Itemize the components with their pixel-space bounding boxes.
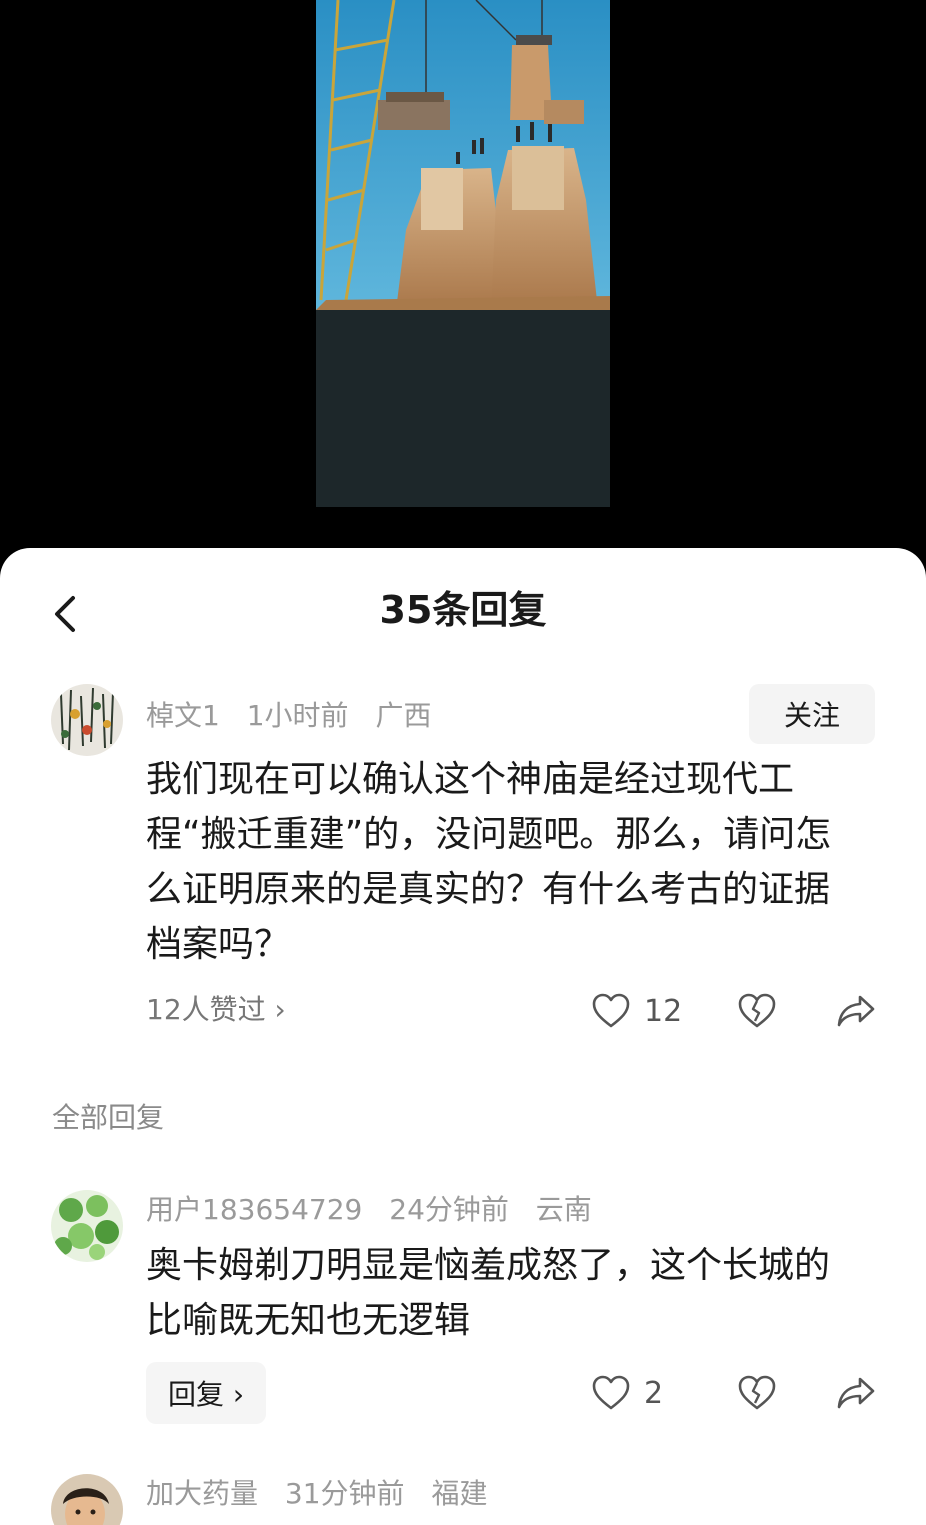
replies-sheet: 35条回复 棹文1 1小时前 广西 关注 我们现在可以确认这个神庙是经过现代工程… — [0, 548, 926, 1525]
like-button[interactable]: 2 — [592, 1375, 684, 1411]
username[interactable]: 加大药量 — [146, 1477, 258, 1510]
page-title: 35条回复 — [379, 588, 547, 632]
share-button[interactable] — [836, 1375, 876, 1411]
share-icon — [837, 1377, 875, 1409]
temple-photo[interactable] — [316, 0, 610, 507]
media-viewer — [0, 0, 926, 560]
all-replies-label: 全部回复 — [52, 1101, 165, 1134]
sheet-header: 35条回复 — [0, 548, 926, 668]
broken-heart-icon — [738, 1375, 776, 1410]
reply-meta: 用户183654729 24分钟前 云南 — [146, 1190, 610, 1230]
reply-meta: 加大药量 31分钟前 福建 — [146, 1474, 505, 1514]
avatar-image — [51, 1474, 123, 1525]
like-count: 12 — [644, 993, 683, 1029]
heart-icon — [592, 993, 630, 1028]
temple-photo-illustration — [316, 0, 610, 507]
avatar[interactable] — [51, 1190, 123, 1262]
avatar-image — [51, 1190, 123, 1262]
reply-item: 用户183654729 24分钟前 云南 奥卡姆剃刀明显是恼羞成怒了，这个长城的… — [0, 1190, 926, 1430]
username[interactable]: 棹文1 — [146, 699, 220, 732]
liked-by-link[interactable]: 12人赞过 › — [146, 990, 286, 1030]
timestamp: 1小时前 — [246, 699, 349, 732]
comment-actions: 12 — [592, 986, 876, 1036]
heart-icon — [592, 1375, 630, 1410]
reply-item: 加大药量 31分钟前 福建 — [0, 1474, 926, 1525]
location: 广西 — [375, 699, 432, 732]
reply-actions: 2 — [592, 1368, 876, 1418]
username[interactable]: 用户183654729 — [146, 1193, 362, 1226]
reply-button[interactable]: 回复 › — [146, 1362, 267, 1424]
like-button[interactable]: 12 — [592, 993, 684, 1029]
follow-button[interactable]: 关注 — [749, 684, 875, 744]
avatar[interactable] — [51, 1474, 123, 1525]
broken-heart-icon — [738, 993, 776, 1028]
reply-text: 奥卡姆剃刀明显是恼羞成怒了，这个长城的比喻既无知也无逻辑 — [146, 1245, 831, 1341]
location: 云南 — [535, 1193, 592, 1226]
dislike-button[interactable] — [738, 1375, 776, 1411]
avatar[interactable] — [51, 684, 123, 756]
dislike-button[interactable] — [738, 993, 776, 1029]
share-button[interactable] — [836, 993, 876, 1029]
like-count: 2 — [644, 1375, 664, 1411]
main-comment: 棹文1 1小时前 广西 关注 我们现在可以确认这个神庙是经过现代工程“搬迁重建”… — [0, 684, 926, 1064]
location: 福建 — [431, 1477, 488, 1510]
share-icon — [837, 995, 875, 1027]
comment-meta: 棹文1 1小时前 广西 — [146, 696, 449, 736]
comment-text: 我们现在可以确认这个神庙是经过现代工程“搬迁重建”的，没问题吧。那么，请问怎么证… — [146, 759, 832, 965]
timestamp: 31分钟前 — [284, 1477, 405, 1510]
avatar-image — [51, 684, 123, 756]
timestamp: 24分钟前 — [389, 1193, 509, 1226]
